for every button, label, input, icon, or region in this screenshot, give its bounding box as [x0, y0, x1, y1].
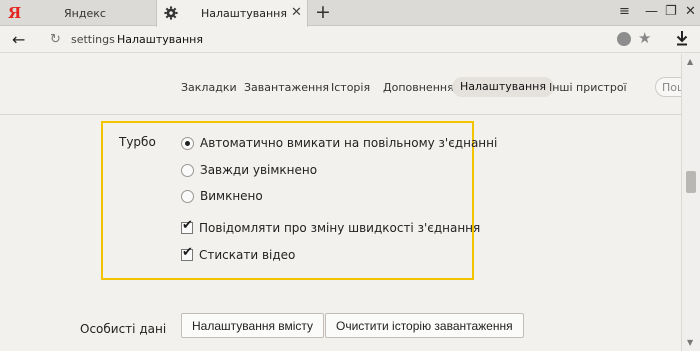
protect-shield-icon[interactable] — [617, 32, 631, 46]
radio-label: Вимкнено — [200, 189, 263, 203]
page-title[interactable]: Налаштування — [117, 33, 203, 46]
nav-item-bookmarks[interactable]: Закладки — [181, 81, 237, 94]
tab-settings[interactable]: Налаштування ✕ — [156, 0, 308, 27]
turbo-always-on-radio[interactable]: Завжди увімкнено — [181, 163, 317, 177]
nav-item-other-devices[interactable]: Інші пристрої — [549, 81, 627, 94]
nav-item-settings[interactable]: Налаштування — [452, 77, 554, 97]
turbo-label: Турбо — [119, 135, 156, 149]
divider — [0, 114, 681, 115]
gear-icon — [164, 6, 178, 20]
notify-speed-change-checkbox[interactable]: Повідомляти про зміну швидкості з'єднанн… — [181, 218, 481, 235]
checkbox-label: Повідомляти про зміну швидкості з'єднанн… — [199, 221, 481, 235]
turbo-auto-radio[interactable]: Автоматично вмикати на повільному з'єдна… — [181, 136, 497, 150]
yandex-logo-icon: Я — [8, 4, 22, 22]
compress-video-checkbox[interactable]: Стискати відео — [181, 245, 296, 262]
checkbox-label: Стискати відео — [199, 248, 296, 262]
scroll-up-icon[interactable]: ▲ — [687, 57, 693, 66]
close-tab-icon[interactable]: ✕ — [291, 5, 302, 20]
tab-title: Налаштування — [201, 7, 287, 20]
download-icon[interactable] — [676, 30, 688, 46]
settings-nav: Закладки Завантаження Історія Доповнення… — [0, 77, 681, 99]
close-window-icon[interactable]: ✕ — [685, 4, 696, 19]
clear-history-button[interactable]: Очистити історію завантаження — [325, 313, 524, 338]
scrollbar[interactable]: ▲ ▼ — [681, 54, 700, 351]
radio-label: Завжди увімкнено — [200, 163, 318, 177]
nav-item-downloads[interactable]: Завантаження — [244, 81, 329, 94]
radio-label: Автоматично вмикати на повільному з'єдна… — [200, 136, 498, 150]
personal-data-label: Особисті дані — [80, 322, 167, 336]
radio-button[interactable] — [181, 189, 194, 203]
tab-title: Яндекс — [64, 7, 106, 20]
radio-button[interactable] — [181, 136, 194, 150]
url-text[interactable]: settings — [71, 33, 115, 46]
checkbox[interactable] — [181, 245, 193, 261]
back-arrow-icon[interactable]: ← — [12, 30, 25, 49]
reload-icon[interactable]: ↻ — [50, 32, 61, 47]
nav-item-history[interactable]: Історія — [331, 81, 370, 94]
scroll-down-icon[interactable]: ▼ — [687, 338, 693, 347]
turbo-off-radio[interactable]: Вимкнено — [181, 189, 263, 203]
tab-yandex[interactable]: Я Яндекс — [0, 0, 154, 26]
bookmark-star-icon[interactable]: ★ — [638, 29, 651, 47]
settings-page: Закладки Завантаження Історія Доповнення… — [0, 54, 681, 351]
restore-icon[interactable]: ❐ — [665, 4, 677, 19]
tab-strip: Я Яндекс Налаштування ✕ + ≡ — ❐ ✕ — [0, 0, 700, 27]
browser-menu-icon[interactable]: ≡ — [619, 4, 630, 19]
nav-item-extensions[interactable]: Доповнення — [383, 81, 454, 94]
checkbox[interactable] — [181, 218, 193, 234]
new-tab-button[interactable]: + — [315, 2, 331, 22]
settings-search-input[interactable]: Пош — [655, 77, 681, 97]
scroll-thumb[interactable] — [686, 171, 696, 193]
address-bar: ← ↻ settings Налаштування ★ — [0, 27, 700, 53]
radio-button[interactable] — [181, 163, 194, 177]
content-settings-button[interactable]: Налаштування вмісту — [181, 313, 325, 338]
minimize-icon[interactable]: — — [645, 4, 658, 19]
